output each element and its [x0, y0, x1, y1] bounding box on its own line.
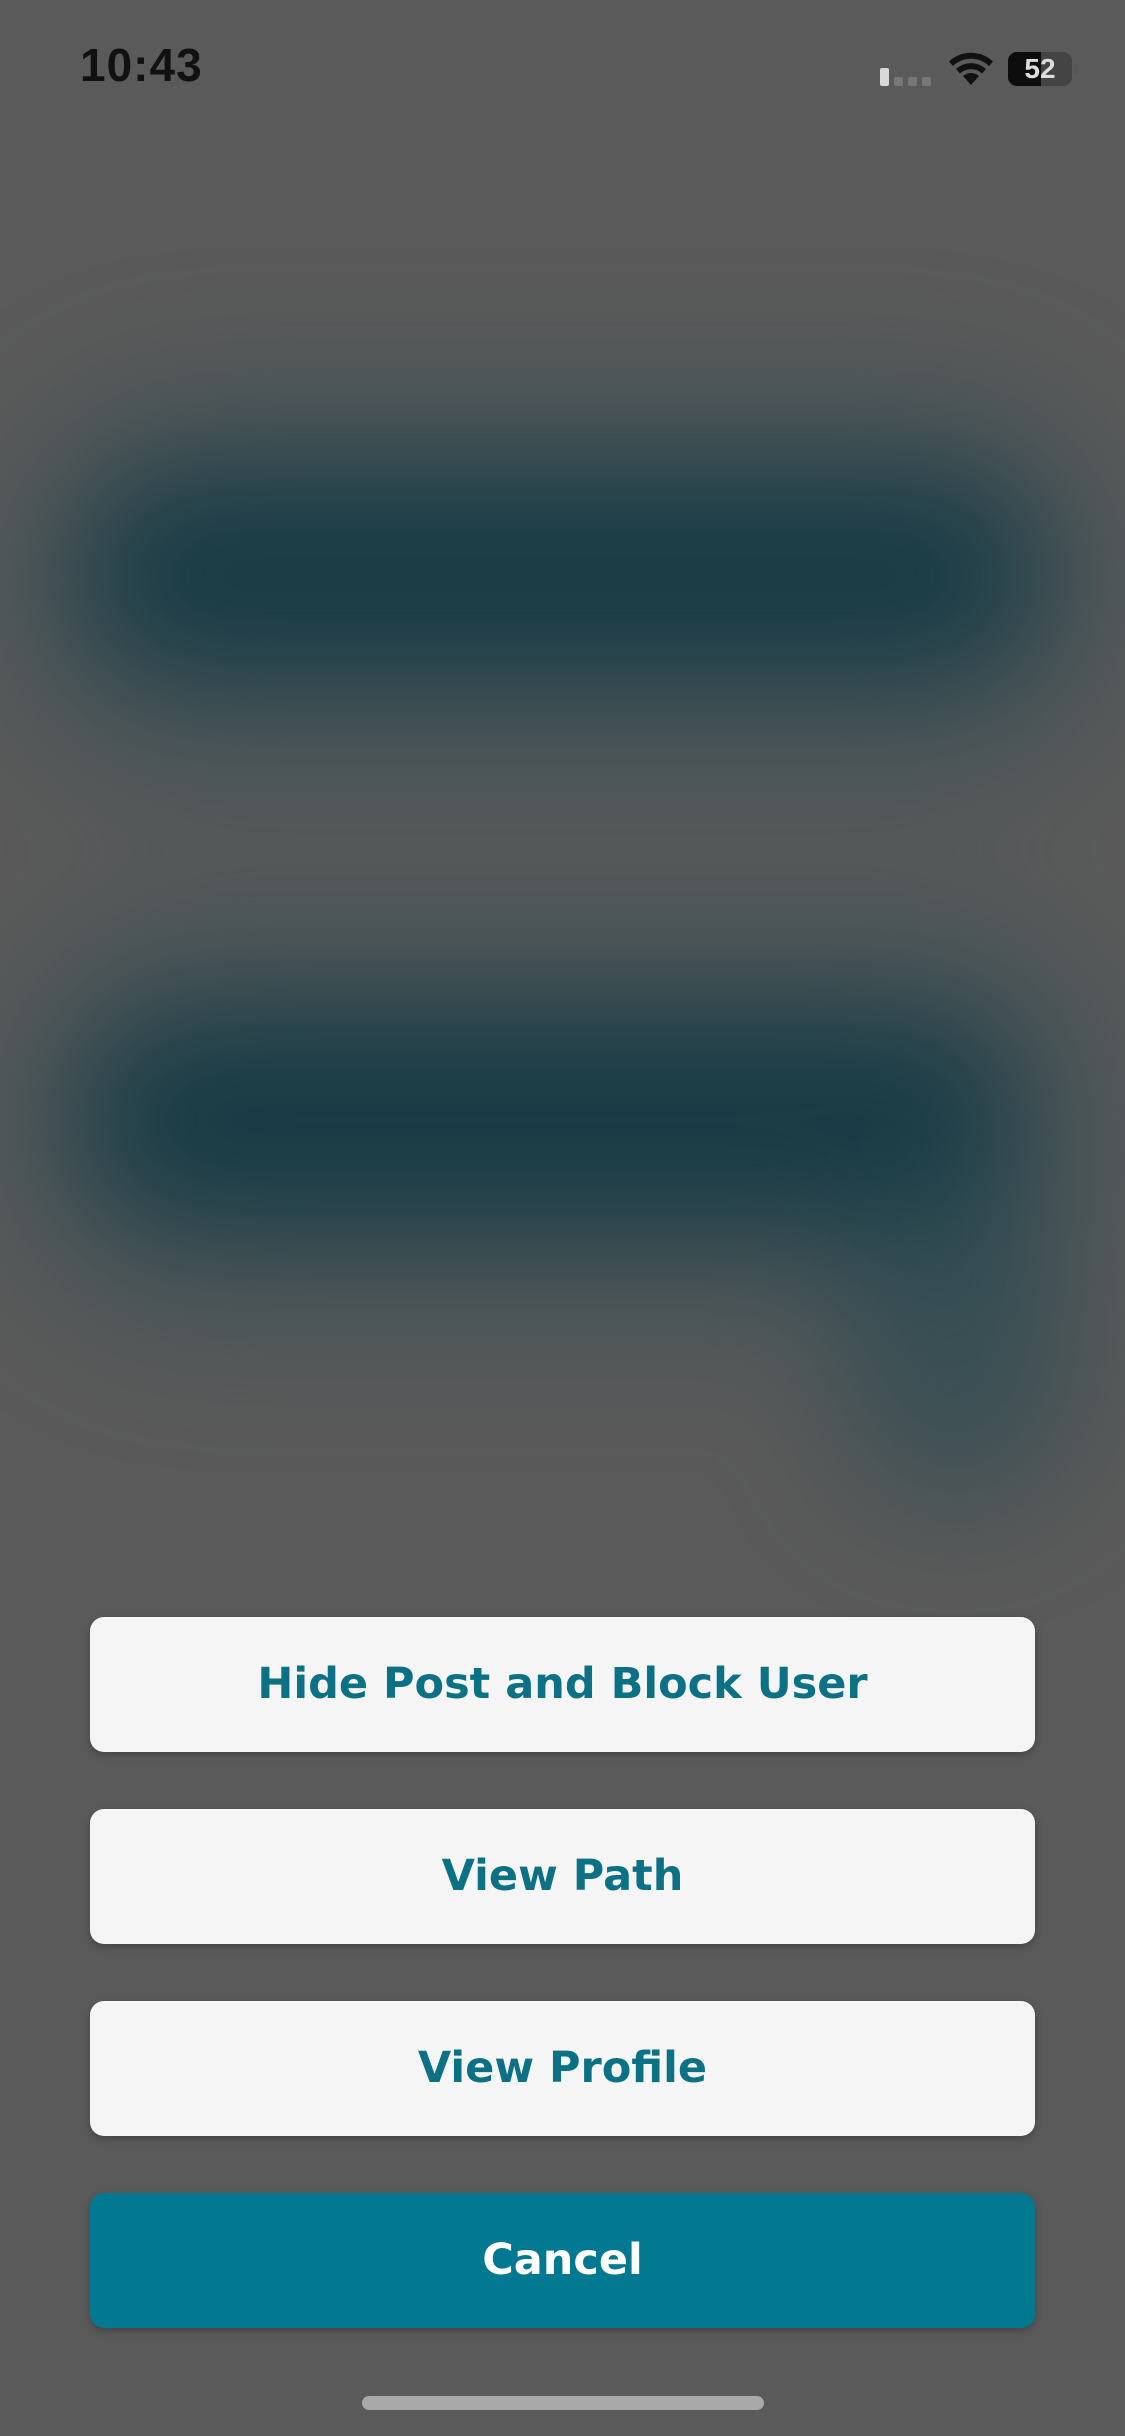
blurred-content-block	[80, 1010, 1020, 1230]
status-time: 10:43	[80, 39, 203, 91]
wifi-icon	[949, 52, 993, 85]
battery-cap	[1074, 63, 1078, 75]
home-indicator[interactable]	[362, 2396, 764, 2410]
view-path-button[interactable]: View Path	[90, 1809, 1035, 1944]
status-bar: 10:43 52	[0, 0, 1125, 140]
blurred-content-block	[840, 1180, 1070, 1500]
blurred-content-block	[80, 470, 1040, 680]
battery-level: 52	[1024, 53, 1056, 84]
cellular-signal-icon	[880, 68, 936, 86]
action-sheet: Hide Post and Block User View Path View …	[90, 1617, 1035, 2328]
view-profile-button[interactable]: View Profile	[90, 2001, 1035, 2136]
cancel-button[interactable]: Cancel	[90, 2193, 1035, 2328]
hide-post-and-block-user-button[interactable]: Hide Post and Block User	[90, 1617, 1035, 1752]
battery-icon: 52	[1008, 52, 1072, 86]
